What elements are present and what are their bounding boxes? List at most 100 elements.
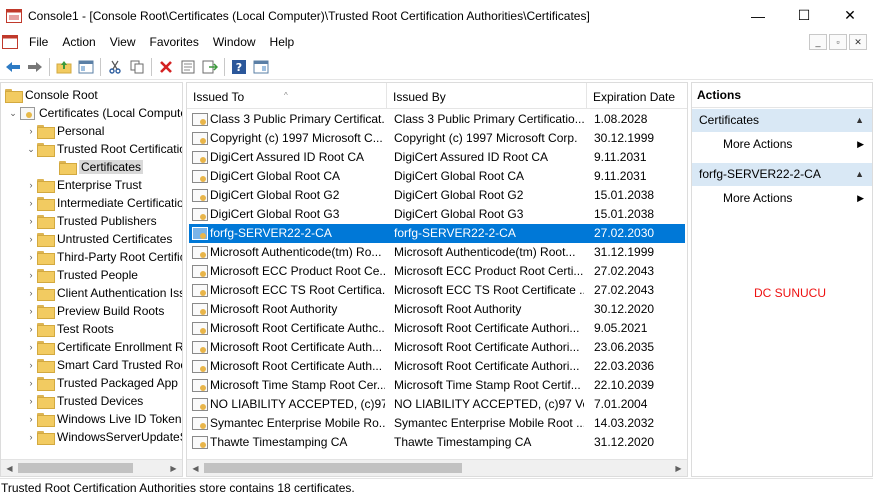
expand-chevron-icon[interactable]: › xyxy=(25,378,37,388)
scroll-left-icon[interactable]: ◀ xyxy=(1,460,18,476)
tree-node-store[interactable]: ›Windows Live ID Token Issuer xyxy=(25,410,182,428)
collapse-section-icon[interactable]: ▲ xyxy=(855,163,864,186)
scroll-left-icon[interactable]: ◀ xyxy=(187,460,204,476)
certificate-list-pane[interactable]: Issued To ^ Issued By Expiration Date Cl… xyxy=(186,82,688,477)
expand-chevron-icon[interactable]: › xyxy=(25,126,37,136)
table-row[interactable]: Microsoft Time Stamp Root Cer... Microsof… xyxy=(189,376,685,395)
scroll-thumb[interactable] xyxy=(18,463,133,473)
table-row[interactable]: DigiCert Global Root G2 DigiCert Global R… xyxy=(189,186,685,205)
column-issued-by[interactable]: Issued By xyxy=(387,83,587,109)
list-horizontal-scrollbar[interactable]: ◀ ▶ xyxy=(187,459,687,476)
tree-node-trusted-root[interactable]: ⌄ Trusted Root Certification Authorities xyxy=(25,140,182,158)
cut-icon[interactable] xyxy=(104,56,126,78)
table-row[interactable]: DigiCert Assured ID Root CA DigiCert Assu… xyxy=(189,148,685,167)
more-actions-selected-cert[interactable]: More Actions ▶ xyxy=(692,187,872,209)
table-row[interactable]: Microsoft Root Authority Microsoft Root A… xyxy=(189,300,685,319)
menu-view[interactable]: View xyxy=(103,31,143,53)
delete-icon[interactable] xyxy=(155,56,177,78)
collapse-chevron-icon[interactable]: ⌄ xyxy=(7,108,19,119)
expand-chevron-icon[interactable]: › xyxy=(25,306,37,316)
forward-arrow-icon[interactable] xyxy=(24,56,46,78)
menu-favorites[interactable]: Favorites xyxy=(143,31,206,53)
tree-node-store[interactable]: › Trusted People xyxy=(25,266,138,284)
table-row[interactable]: Microsoft Root Certificate Auth... Micros… xyxy=(189,357,685,376)
table-row[interactable]: forfg-SERVER22-2-CA forfg-SERVER22-2-CA 27… xyxy=(189,224,685,243)
table-row[interactable]: Microsoft Authenticode(tm) Ro... Microsof… xyxy=(189,243,685,262)
table-row[interactable]: DigiCert Global Root CA DigiCert Global R… xyxy=(189,167,685,186)
menu-action[interactable]: Action xyxy=(55,31,102,53)
tree-node-personal[interactable]: › Personal xyxy=(25,122,104,140)
expand-chevron-icon[interactable]: › xyxy=(25,360,37,370)
minimize-button[interactable]: — xyxy=(735,0,781,31)
table-row[interactable]: Microsoft ECC Product Root Ce... Microsof… xyxy=(189,262,685,281)
mdi-restore-button[interactable]: ▫ xyxy=(829,34,847,50)
collapse-chevron-icon[interactable]: ⌄ xyxy=(25,144,37,155)
tree-node-store[interactable]: › Trusted Devices xyxy=(25,392,143,410)
actions-section-selected-cert[interactable]: forfg-SERVER22-2-CA ▲ xyxy=(692,163,872,186)
table-row[interactable]: Microsoft Root Certificate Auth... Micros… xyxy=(189,338,685,357)
tree-node-store[interactable]: ›Intermediate Certification Authorities xyxy=(25,194,182,212)
expand-chevron-icon[interactable]: › xyxy=(25,270,37,280)
tree-node-store[interactable]: › Untrusted Certificates xyxy=(25,230,172,248)
tree-node-store[interactable]: › Trusted Publishers xyxy=(25,212,157,230)
expand-chevron-icon[interactable]: › xyxy=(25,180,37,190)
expand-chevron-icon[interactable]: › xyxy=(25,216,37,226)
tree-node-store[interactable]: › Smart Card Trusted Roots xyxy=(25,356,182,374)
help-icon[interactable]: ? xyxy=(228,56,250,78)
back-arrow-icon[interactable] xyxy=(2,56,24,78)
tree-node-console-root[interactable]: Console Root xyxy=(5,86,98,104)
more-actions-certificates[interactable]: More Actions ▶ xyxy=(692,133,872,155)
expand-chevron-icon[interactable]: › xyxy=(25,252,37,262)
copy-icon[interactable] xyxy=(126,56,148,78)
tree-node-store[interactable]: ›Certificate Enrollment Requests xyxy=(25,338,182,356)
column-expiration-date[interactable]: Expiration Date xyxy=(587,83,687,109)
tree-node-store[interactable]: ›Trusted Packaged App Installation Autho… xyxy=(25,374,182,392)
tree-node-store[interactable]: › Preview Build Roots xyxy=(25,302,164,320)
scroll-thumb[interactable] xyxy=(204,463,462,473)
mdi-minimize-button[interactable]: _ xyxy=(809,34,827,50)
table-row[interactable]: NO LIABILITY ACCEPTED, (c)97 ... NO LIABI… xyxy=(189,395,685,414)
mmc-app-icon[interactable] xyxy=(6,8,22,23)
document-window-icon[interactable] xyxy=(2,35,18,49)
table-row[interactable]: Symantec Enterprise Mobile Ro... Symantec… xyxy=(189,414,685,433)
expand-chevron-icon[interactable]: › xyxy=(25,396,37,406)
table-row[interactable]: DigiCert Global Root G3 DigiCert Global R… xyxy=(189,205,685,224)
tree-node-certificates[interactable]: Certificates xyxy=(59,158,144,176)
expand-chevron-icon[interactable]: › xyxy=(25,432,37,442)
table-row[interactable]: Microsoft Root Certificate Authc... Micro… xyxy=(189,319,685,338)
export-list-icon[interactable] xyxy=(199,56,221,78)
expand-chevron-icon[interactable]: › xyxy=(25,288,37,298)
table-row[interactable]: Class 3 Public Primary Certificat... Clas… xyxy=(189,110,685,129)
maximize-button[interactable]: ☐ xyxy=(781,0,827,31)
mdi-close-button[interactable]: ✕ xyxy=(849,34,867,50)
expand-chevron-icon[interactable]: › xyxy=(25,342,37,352)
expand-chevron-icon[interactable]: › xyxy=(25,234,37,244)
console-tree-pane[interactable]: Console Root ⌄ Certificates (Local Compu… xyxy=(0,82,183,477)
tree-horizontal-scrollbar[interactable]: ◀ ▶ xyxy=(1,459,182,476)
collapse-section-icon[interactable]: ▲ xyxy=(855,109,864,132)
table-row[interactable]: Copyright (c) 1997 Microsoft C... Copyrig… xyxy=(189,129,685,148)
tree-node-store[interactable]: ›Client Authentication Issuers xyxy=(25,284,182,302)
scroll-right-icon[interactable]: ▶ xyxy=(165,460,182,476)
close-button[interactable]: ✕ xyxy=(827,0,873,31)
show-hide-tree-icon[interactable] xyxy=(75,56,97,78)
properties-icon[interactable] xyxy=(177,56,199,78)
tree-node-certificates-local[interactable]: ⌄ Certificates (Local Computer) xyxy=(7,104,182,122)
expand-chevron-icon[interactable]: › xyxy=(25,414,37,424)
tree-node-store[interactable]: ›WindowsServerUpdateServices xyxy=(25,428,182,446)
column-issued-to[interactable]: Issued To ^ xyxy=(187,83,387,109)
tree-node-store[interactable]: › Enterprise Trust xyxy=(25,176,142,194)
actions-section-certificates[interactable]: Certificates ▲ xyxy=(692,109,872,132)
menu-window[interactable]: Window xyxy=(206,31,263,53)
tree-node-store[interactable]: ›Third-Party Root Certification Authorit… xyxy=(25,248,182,266)
expand-chevron-icon[interactable]: › xyxy=(25,198,37,208)
table-row[interactable]: Thawte Timestamping CA Thawte Timestampin… xyxy=(189,433,685,452)
up-folder-icon[interactable] xyxy=(53,56,75,78)
scroll-right-icon[interactable]: ▶ xyxy=(670,460,687,476)
expand-chevron-icon[interactable]: › xyxy=(25,324,37,334)
table-row[interactable]: Microsoft ECC TS Root Certifica... Micros… xyxy=(189,281,685,300)
menu-help[interactable]: Help xyxy=(263,31,302,53)
show-hide-action-pane-icon[interactable] xyxy=(250,56,272,78)
menu-file[interactable]: File xyxy=(22,31,55,53)
tree-node-store[interactable]: › Test Roots xyxy=(25,320,114,338)
